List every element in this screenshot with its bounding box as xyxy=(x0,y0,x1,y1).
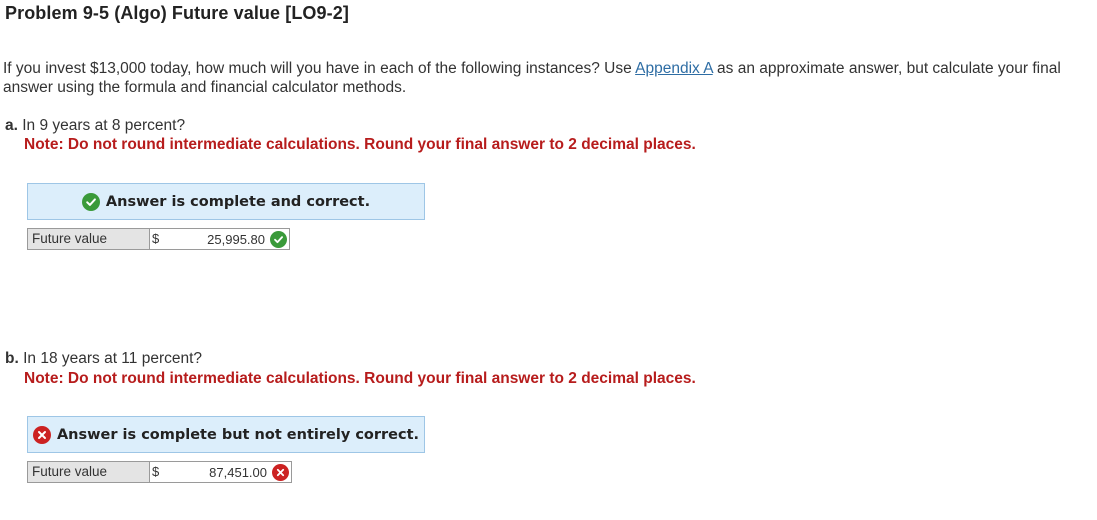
part-a-answer-field[interactable]: $ 25,995.80 xyxy=(150,228,290,250)
part-a-question-text: In 9 years at 8 percent? xyxy=(17,117,186,134)
part-b-answer-value: 87,451.00 xyxy=(209,465,267,480)
part-b-banner-text: Answer is complete but not entirely corr… xyxy=(56,426,420,443)
part-b-field-label: Future value xyxy=(27,461,150,483)
checkmark-icon xyxy=(81,192,100,211)
currency-symbol: $ xyxy=(152,464,160,479)
x-circle-icon xyxy=(32,425,51,444)
part-b-letter: b. xyxy=(5,350,19,367)
part-a-letter: a. xyxy=(5,117,18,134)
part-b-answer-row: Future value $ 87,451.00 xyxy=(27,461,292,483)
part-a-banner-text: Answer is complete and correct. xyxy=(105,193,371,210)
part-a-question: a. In 9 years at 8 percent? xyxy=(5,117,185,135)
problem-title: Problem 9-5 (Algo) Future value [LO9-2] xyxy=(5,3,349,23)
intro-text-before: If you invest $13,000 today, how much wi… xyxy=(3,60,636,77)
problem-intro: If you invest $13,000 today, how much wi… xyxy=(3,59,1063,97)
correct-check-icon xyxy=(270,231,287,248)
part-b-question: b. In 18 years at 11 percent? xyxy=(5,350,202,368)
appendix-a-link[interactable]: Appendix A xyxy=(635,60,713,77)
part-b-result-banner: Answer is complete but not entirely corr… xyxy=(27,416,425,453)
part-a-result-banner: Answer is complete and correct. xyxy=(27,183,425,220)
part-b-note: Note: Do not round intermediate calculat… xyxy=(24,370,696,387)
incorrect-x-icon xyxy=(272,464,289,481)
currency-symbol: $ xyxy=(152,231,160,246)
part-a-note: Note: Do not round intermediate calculat… xyxy=(24,136,696,153)
part-a-answer-value: 25,995.80 xyxy=(207,232,265,247)
part-b-answer-field[interactable]: $ 87,451.00 xyxy=(150,461,292,483)
part-a-answer-row: Future value $ 25,995.80 xyxy=(27,228,290,250)
part-b-question-text: In 18 years at 11 percent? xyxy=(18,350,203,367)
part-a-field-label: Future value xyxy=(27,228,150,250)
